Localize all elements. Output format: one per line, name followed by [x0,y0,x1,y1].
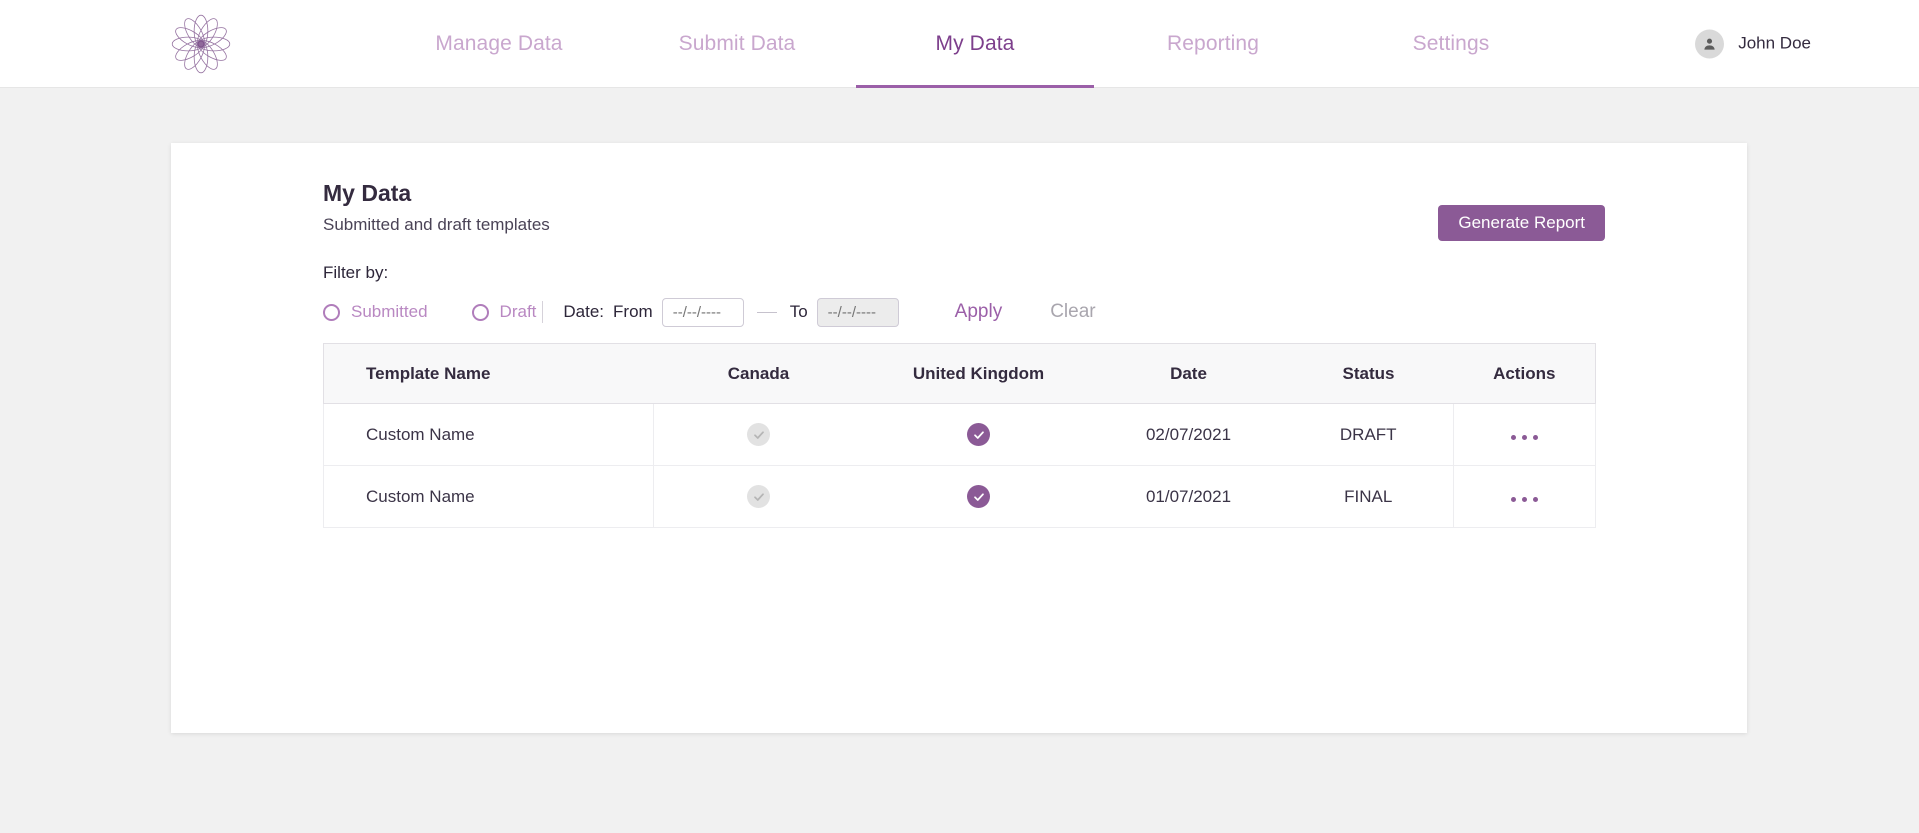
table-row[interactable]: Custom Name 01/07/2021 FINAL [323,465,1596,528]
filter-divider [542,301,544,323]
page-subtitle: Submitted and draft templates [323,215,550,234]
date-from-input[interactable] [661,297,744,327]
nav-item-my-data[interactable]: My Data [856,0,1094,88]
cell-actions [1453,403,1596,466]
check-circle-inactive-icon [747,423,771,446]
top-navigation-bar: Manage Data Submit Data My Data Reportin… [0,0,1919,88]
date-label: Date: [563,302,605,321]
main-nav: Manage Data Submit Data My Data Reportin… [380,0,1570,88]
radio-submitted-label: Submitted [351,302,428,321]
column-header-united-kingdom: United Kingdom [863,343,1094,404]
cell-united-kingdom [863,465,1094,528]
app-logo[interactable] [162,7,240,81]
filter-controls: Submitted Draft Date: From To Apply Clea… [323,297,1096,327]
cell-status: DRAFT [1283,403,1454,466]
cell-actions [1453,465,1596,528]
table-header-row: Template Name Canada United Kingdom Date… [323,343,1596,404]
my-data-card: My Data Submitted and draft templates Ge… [171,143,1747,733]
person-icon [1704,38,1715,50]
generate-report-button[interactable]: Generate Report [1438,205,1605,241]
check-circle-active-icon [967,485,990,508]
column-header-canada: Canada [653,343,864,404]
nav-label: Reporting [1167,32,1259,55]
radio-circle-icon [323,303,340,321]
cell-template-name: Custom Name [323,403,654,466]
date-to-input[interactable] [816,297,899,327]
apply-filter-button[interactable]: Apply [955,301,1003,323]
nav-label: Submit Data [678,32,796,55]
nav-item-settings[interactable]: Settings [1332,0,1570,88]
avatar [1695,29,1725,58]
user-menu[interactable]: John Doe [1695,29,1811,58]
nav-label: Settings [1412,32,1490,55]
check-circle-active-icon [967,423,990,446]
range-dash [756,311,777,313]
user-name: John Doe [1738,33,1811,53]
cell-united-kingdom [863,403,1094,466]
table-header: Template Name Canada United Kingdom Date… [323,343,1596,404]
cell-date: 02/07/2021 [1093,403,1284,466]
cell-date: 01/07/2021 [1093,465,1284,528]
column-header-template-name: Template Name [323,343,654,404]
check-circle-inactive-icon [747,485,771,508]
cell-canada [653,465,864,528]
cell-status: FINAL [1283,465,1454,528]
filter-by-label: Filter by: [323,263,389,282]
radio-submitted[interactable]: Submitted [323,302,428,322]
cell-template-name: Custom Name [323,465,654,528]
to-label: To [789,302,808,321]
radio-draft[interactable]: Draft [471,302,537,322]
mandala-flower-logo-icon [171,14,231,74]
radio-draft-label: Draft [499,302,537,321]
nav-item-reporting[interactable]: Reporting [1094,0,1332,88]
nav-label: My Data [935,32,1015,55]
nav-label: Manage Data [435,32,563,55]
column-header-status: Status [1283,343,1454,404]
more-horizontal-icon[interactable] [1511,496,1538,502]
templates-table: Template Name Canada United Kingdom Date… [323,343,1596,528]
column-header-date: Date [1093,343,1284,404]
column-header-actions: Actions [1453,343,1596,404]
table-body: Custom Name 02/07/2021 DRAFT Custom Name… [323,403,1596,528]
cell-canada [653,403,864,466]
radio-circle-icon [471,303,489,321]
nav-item-manage-data[interactable]: Manage Data [380,0,618,88]
page-title: My Data [323,180,412,206]
nav-item-submit-data[interactable]: Submit Data [618,0,856,88]
table-row[interactable]: Custom Name 02/07/2021 DRAFT [323,403,1596,466]
more-horizontal-icon[interactable] [1511,434,1538,440]
clear-filter-button[interactable]: Clear [1050,301,1095,323]
from-label: From [613,302,653,321]
